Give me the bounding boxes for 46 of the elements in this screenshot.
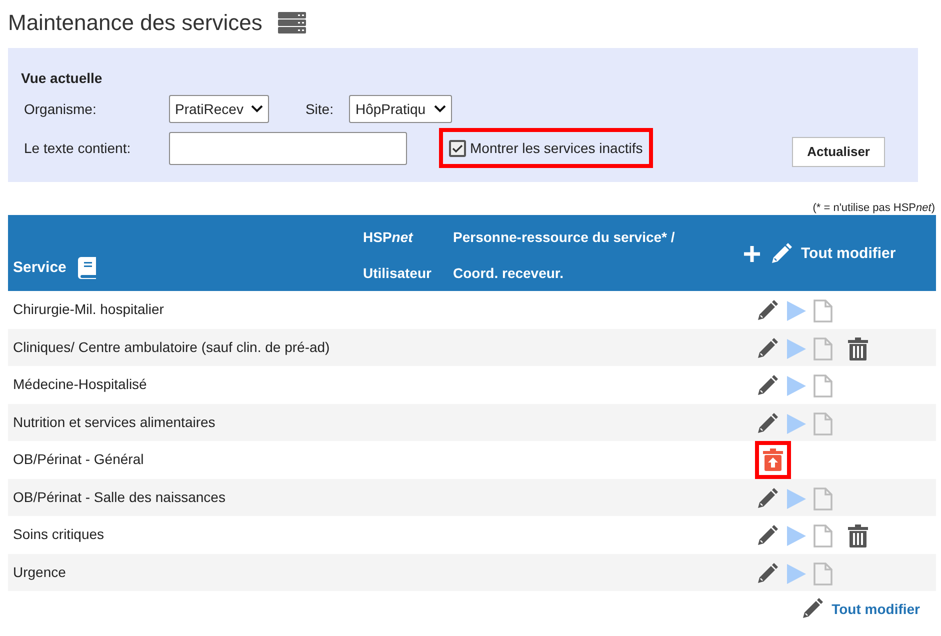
chevron-down-icon: [434, 105, 446, 113]
panel-heading: Vue actuelle: [21, 69, 104, 88]
service-name: OB/Périnat - Salle des naissances: [12, 488, 226, 507]
pencil-icon[interactable]: [755, 562, 779, 586]
trash-icon[interactable]: [847, 336, 869, 361]
field-label: Le texte contient:: [24, 138, 132, 158]
column-header: Utilisateur: [363, 264, 432, 283]
service-name: OB/Périnat - Général: [12, 450, 145, 470]
service-name: Nutrition et services alimentaires: [12, 412, 216, 432]
service-name: Soins critiques: [12, 525, 106, 544]
restore-icon[interactable]: [762, 448, 784, 472]
column-header: Service: [13, 258, 66, 278]
document-icon[interactable]: [813, 524, 833, 548]
field-label: Organisme:: [24, 100, 98, 119]
edit-all-link[interactable]: Tout modifier: [832, 598, 920, 620]
document-icon[interactable]: [813, 562, 833, 586]
checkmark-icon: [452, 144, 463, 152]
service-name: Médecine-Hospitalisé: [12, 375, 148, 394]
column-header: HSPnet: [363, 228, 414, 247]
document-icon[interactable]: [813, 412, 833, 436]
refresh-button[interactable]: Actualiser: [792, 137, 885, 167]
column-header: Personne-ressource du service* /: [453, 228, 676, 247]
document-icon[interactable]: [813, 486, 833, 511]
edit-all-link[interactable]: Tout modifier: [801, 242, 896, 266]
site-select[interactable]: HôpPratiqu: [349, 95, 452, 123]
trash-icon[interactable]: [847, 524, 869, 548]
pencil-icon[interactable]: [769, 242, 793, 266]
service-name: Urgence: [12, 562, 67, 582]
text-field[interactable]: [169, 132, 407, 164]
plus-icon[interactable]: [743, 245, 761, 263]
document-icon[interactable]: [813, 374, 833, 398]
organism-select[interactable]: PratiRecev: [169, 95, 270, 123]
service-name: Chirurgie-Mil. hospitalier: [12, 300, 165, 320]
footnote: (* = n'utilise pas HSPnet): [812, 201, 935, 215]
document-icon[interactable]: [813, 336, 833, 361]
chevron-down-icon: [251, 105, 264, 113]
pencil-icon[interactable]: [755, 486, 779, 511]
server-icon: [278, 12, 306, 34]
page-title: Maintenance des services: [8, 9, 262, 37]
document-icon[interactable]: [813, 299, 833, 324]
pencil-icon[interactable]: [755, 336, 779, 361]
field-label: Site:: [305, 100, 334, 118]
pencil-icon[interactable]: [755, 412, 779, 436]
service-name: Cliniques/ Centre ambulatoire (sauf clin. de pré-ad): [12, 338, 331, 357]
column-header: Coord. receveur.: [453, 264, 564, 283]
book-icon: [78, 257, 96, 279]
